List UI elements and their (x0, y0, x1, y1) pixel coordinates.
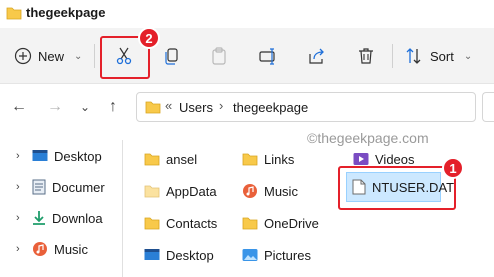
breadcrumb-thegeekpage[interactable]: thegeekpage (233, 100, 308, 115)
delete-button[interactable] (354, 44, 378, 68)
sidebar-item-music[interactable]: › Music (16, 239, 88, 259)
pane-divider (122, 140, 123, 277)
forward-arrow-icon[interactable]: → (46, 98, 64, 116)
folder-icon (242, 217, 258, 230)
back-arrow-icon[interactable]: ← (10, 98, 28, 116)
file-item-onedrive[interactable]: OneDrive (242, 213, 319, 233)
file-name: OneDrive (264, 215, 319, 231)
navigation-pane: › Desktop › Documer › Downloa › Music (0, 140, 112, 277)
file-name: Videos (375, 151, 415, 167)
recent-chevron-icon[interactable]: ⌄ (76, 98, 94, 116)
sidebar-item-documents[interactable]: › Documer (16, 177, 105, 197)
downloads-icon (33, 211, 45, 225)
breadcrumb-overflow[interactable]: « (165, 98, 172, 113)
folder-icon (144, 153, 160, 166)
chevron-right-icon[interactable]: › (16, 212, 26, 224)
up-arrow-icon[interactable]: ↑ (104, 98, 122, 116)
folder-icon (144, 217, 160, 230)
search-box[interactable] (482, 92, 494, 122)
file-name: ansel (166, 151, 198, 167)
navigation-bar: ← → ⌄ ↑ « Users › thegeekpage (0, 86, 494, 126)
share-button[interactable] (305, 44, 329, 68)
window-title: thegeekpage (26, 5, 106, 20)
file-item-contacts[interactable]: Contacts (144, 213, 217, 233)
folder-icon (6, 7, 22, 20)
file-item-links[interactable]: Links (242, 149, 294, 169)
file-name: Pictures (264, 247, 311, 263)
sidebar-item-label: Downloa (52, 210, 103, 226)
breadcrumb-users[interactable]: Users (179, 100, 213, 115)
sort-button-label: Sort (430, 48, 454, 64)
chevron-down-icon: ⌄ (463, 50, 473, 62)
music-icon (33, 242, 47, 256)
folder-icon (144, 185, 160, 198)
delete-icon (359, 48, 373, 64)
toolbar-divider (392, 44, 393, 68)
file-item-ansel[interactable]: ansel (144, 149, 197, 169)
rename-icon (259, 48, 275, 65)
step-badge-2: 2 (138, 27, 160, 49)
command-bar: New ⌄ Sort ⌄ (0, 28, 494, 84)
file-item-appdata[interactable]: AppData (144, 181, 217, 201)
chevron-right-icon[interactable]: › (16, 181, 26, 193)
new-button-label: New (38, 48, 65, 64)
title-bar: thegeekpage (0, 0, 494, 28)
rename-button[interactable] (256, 44, 280, 68)
chevron-right-icon[interactable]: › (16, 243, 26, 255)
chevron-right-icon[interactable]: › (16, 150, 26, 162)
file-name: Links (264, 151, 295, 167)
sidebar-item-label: Documer (52, 179, 105, 195)
sort-icon (406, 48, 421, 64)
new-button[interactable]: New ⌄ (14, 44, 82, 68)
documents-icon (32, 179, 46, 195)
sidebar-item-label: Desktop (54, 148, 102, 164)
pictures-icon (242, 249, 258, 261)
folder-icon (242, 153, 258, 166)
copy-button[interactable] (160, 44, 184, 68)
file-item-desktop[interactable]: Desktop (144, 245, 214, 265)
file-item-music[interactable]: Music (242, 181, 298, 201)
step-badge-1: 1 (442, 157, 464, 179)
copy-icon (165, 48, 178, 65)
address-bar[interactable]: « Users › thegeekpage (136, 92, 476, 122)
file-name: Desktop (166, 247, 214, 263)
file-name: AppData (166, 183, 217, 199)
sidebar-item-downloads[interactable]: › Downloa (16, 208, 103, 228)
file-name: Music (264, 183, 298, 199)
breadcrumb-separator: › (219, 98, 224, 113)
toolbar-divider (94, 44, 95, 68)
share-icon (309, 48, 324, 64)
plus-circle-icon (14, 47, 32, 65)
sort-button[interactable]: Sort ⌄ (404, 44, 472, 68)
desktop-icon (32, 150, 48, 161)
watermark: ©thegeekpage.com (307, 130, 429, 146)
ntuser-highlight-box (338, 166, 456, 210)
sidebar-item-desktop[interactable]: › Desktop (16, 146, 102, 166)
file-name: Contacts (166, 215, 218, 231)
paste-button[interactable] (207, 44, 231, 68)
paste-icon (212, 47, 226, 65)
music-icon (243, 184, 257, 198)
desktop-icon (144, 249, 160, 260)
sidebar-item-label: Music (54, 241, 88, 257)
file-item-pictures[interactable]: Pictures (242, 245, 311, 265)
videos-icon (353, 153, 369, 165)
chevron-down-icon: ⌄ (74, 50, 83, 62)
folder-icon (145, 101, 161, 114)
